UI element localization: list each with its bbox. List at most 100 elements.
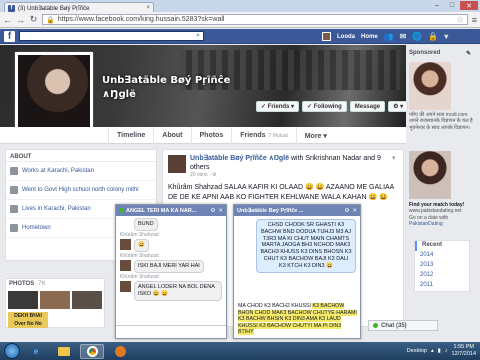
about-item-education[interactable]: Went to Govt High school north colony mi…: [6, 181, 156, 200]
maximize-button[interactable]: □: [445, 1, 459, 10]
meme-caption-top: DEKH BHAI: [14, 313, 42, 319]
forward-arrow-icon[interactable]: →: [16, 15, 25, 25]
photo-meme-thumbnail[interactable]: DEKH BHAI Over No No: [8, 312, 48, 328]
friend-requests-icon[interactable]: 👥: [384, 32, 394, 41]
online-dot-icon: [373, 323, 378, 328]
clock[interactable]: 1:55 PM 12/7/2014: [452, 344, 476, 358]
tab-timeline[interactable]: Timeline: [108, 127, 153, 144]
close-window-button[interactable]: ✕: [460, 1, 478, 10]
profile-picture[interactable]: [15, 52, 93, 134]
chat-settings-icon[interactable]: ⚙: [210, 208, 215, 214]
start-button[interactable]: [4, 343, 20, 359]
user-name-link[interactable]: Looda: [337, 34, 355, 40]
chat-message: ANGEL LODER NA BOL DENA ISKO 😀 😀: [134, 281, 222, 301]
chat-header[interactable]: ANGEL TERI MA KA NAR... ⚙ ✕: [116, 205, 226, 216]
photos-heading-label: PHOTOS: [9, 281, 35, 287]
tab-friends[interactable]: Friends 7 Mutual: [231, 127, 295, 144]
ie-icon[interactable]: e: [24, 344, 48, 359]
ad-image[interactable]: [409, 62, 451, 110]
year-item-2012[interactable]: 2012: [415, 271, 469, 281]
lock-icon: 🔒: [46, 16, 55, 24]
facebook-search-input[interactable]: ⌕: [19, 31, 204, 41]
ad-text[interactable]: परिए की अपने सत्य modi.com अपने राजस्थान…: [409, 112, 473, 131]
year-item-2011[interactable]: 2011: [415, 281, 469, 291]
system-tray: Desktop ▴ ▮ ♪ 1:55 PM 12/7/2014: [407, 344, 480, 358]
chat-sender-avatar[interactable]: [120, 281, 131, 292]
post-options-caret-icon[interactable]: ▾: [392, 154, 396, 162]
window-controls: – □ ✕: [430, 1, 478, 10]
chat-message-input[interactable]: MA CHOD K3 BACH2 KHUSSI K3 BACHOW BHON C…: [238, 303, 358, 336]
url-text: https://www.facebook.com/king.hussain.52…: [57, 16, 225, 23]
search-icon[interactable]: ⌕: [196, 32, 200, 40]
house-icon: [10, 205, 18, 213]
tray-arrow-icon[interactable]: ▴: [431, 348, 434, 354]
header-right-nav: Looda Home 👥 ✉ 🌐 🔒 ▾: [322, 29, 448, 44]
year-item-2014[interactable]: 2014: [415, 251, 469, 261]
photo-thumbnail[interactable]: [40, 291, 70, 309]
ad-text-block[interactable]: Find your match today! www.pakistandatin…: [409, 202, 473, 228]
chat-sidebar-toggle[interactable]: Chat (35): [368, 320, 438, 331]
desktop-label[interactable]: Desktop: [407, 348, 427, 354]
home-link[interactable]: Home: [361, 34, 378, 40]
chat-sender-avatar[interactable]: [120, 239, 131, 250]
browser-tabbar: f (3) Unb∃atäble Bøý Pŗĩñĉe × – □ ✕: [0, 0, 480, 13]
about-item-work[interactable]: Works at Karachi, Pakistan: [6, 162, 156, 181]
about-item-label: Hometown: [22, 225, 51, 231]
tab-about[interactable]: About: [153, 127, 190, 144]
more-options-button[interactable]: ⚙ ▾: [388, 101, 409, 112]
profile-nav: Timeline About Photos Friends 7 Mutual M…: [108, 127, 335, 144]
back-arrow-icon[interactable]: ←: [3, 15, 12, 25]
network-icon[interactable]: ▮: [438, 348, 441, 354]
chat-close-icon[interactable]: ✕: [218, 208, 223, 214]
tab-photos[interactable]: Photos: [190, 127, 232, 144]
sponsored-heading: Sponsored: [409, 50, 441, 56]
user-avatar[interactable]: [322, 32, 331, 41]
profile-name[interactable]: Unb∃atäble Bøý Pŗĩñĉe ∧Ŋglë: [102, 74, 262, 102]
bookmark-star-icon[interactable]: ☆: [457, 15, 464, 24]
sponsored-section: Sponsored ✎: [409, 50, 471, 57]
year-item-2013[interactable]: 2013: [415, 261, 469, 271]
tab-more[interactable]: More ▾: [295, 127, 335, 144]
folder-icon[interactable]: [52, 344, 76, 359]
chat-header[interactable]: Unb∃atäble Bøý Pŗĩñĉe ... ⚙ ✕: [234, 205, 360, 216]
clock-time: 1:55 PM: [453, 344, 474, 350]
notifications-icon[interactable]: 🌐: [412, 32, 422, 41]
chat-title[interactable]: Unb∃atäble Bøý Pŗĩñĉe ...: [237, 208, 303, 214]
chat-close-icon[interactable]: ✕: [352, 208, 357, 214]
post-author-avatar[interactable]: [168, 155, 186, 173]
chat-title[interactable]: ANGEL TERI MA KA NAR...: [126, 208, 196, 214]
post-author-name[interactable]: Unb∃atäble Bøý Pŗĩñĉe ∧Ŋglë: [190, 155, 289, 162]
ad-image[interactable]: [409, 151, 451, 199]
message-button[interactable]: Message: [349, 101, 386, 112]
privacy-lock-icon[interactable]: 🔒: [428, 32, 438, 41]
photos-count: 7K: [38, 281, 46, 287]
photo-thumbnail[interactable]: [72, 291, 102, 309]
chat-sender-avatar[interactable]: [120, 260, 131, 271]
chat-message-row: ANGEL LODER NA BOL DENA ISKO 😀 😀: [116, 280, 226, 302]
about-item-label: Works at Karachi, Pakistan: [22, 168, 94, 174]
photos-heading[interactable]: PHOTOS 7K: [6, 279, 104, 289]
minimize-button[interactable]: –: [430, 1, 444, 10]
url-input[interactable]: 🔒 https://www.facebook.com/king.hussain.…: [42, 14, 468, 25]
chat-settings-icon[interactable]: ⚙: [344, 208, 349, 214]
about-heading: ABOUT: [6, 150, 156, 162]
photos-panel: PHOTOS 7K DEKH BHAI Over No No: [5, 278, 105, 328]
year-item-recent[interactable]: Recent: [415, 241, 469, 251]
reload-icon[interactable]: ↻: [29, 14, 38, 25]
media-icon[interactable]: [108, 344, 132, 359]
post-header: Unb∃atäble Bøý Pŗĩñĉe ∧Ŋglë with Srikris…: [190, 154, 390, 172]
following-button[interactable]: ✓ Following: [302, 101, 347, 112]
chrome-icon[interactable]: [80, 343, 104, 359]
photo-thumbnail[interactable]: [8, 291, 38, 309]
create-ad-icon[interactable]: ✎: [466, 50, 471, 57]
friends-button[interactable]: ✓ Friends ▾: [256, 101, 300, 112]
chat-message: ISKI BAJI MERI YAR HAI: [134, 260, 204, 273]
post-timestamp[interactable]: 20 mins · ⚙: [190, 172, 216, 178]
volume-icon[interactable]: ♪: [445, 348, 448, 354]
tab-close-icon[interactable]: ×: [146, 5, 150, 11]
chrome-menu-icon[interactable]: ≡: [472, 15, 477, 25]
chat-message-input[interactable]: [116, 325, 226, 338]
messages-icon[interactable]: ✉: [400, 32, 407, 41]
settings-caret-icon[interactable]: ▾: [444, 32, 448, 41]
facebook-logo-icon[interactable]: f: [4, 30, 15, 42]
